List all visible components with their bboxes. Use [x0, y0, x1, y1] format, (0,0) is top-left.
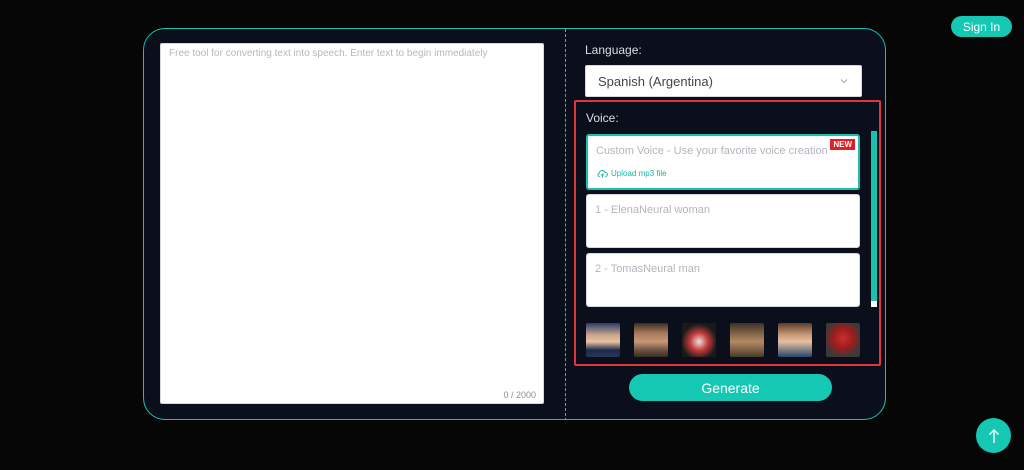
voice-card-custom[interactable]: Custom Voice - Use your favorite voice c…: [586, 134, 860, 190]
voice-card-custom-name: Custom Voice - Use your favorite voice c…: [596, 145, 828, 157]
text-input[interactable]: [161, 44, 543, 403]
back-to-top-button[interactable]: [976, 418, 1011, 453]
voice-avatar-6[interactable]: [826, 323, 860, 357]
voice-avatar-2[interactable]: [634, 323, 668, 357]
voice-scrollbar[interactable]: [871, 131, 877, 307]
language-label: Language:: [585, 43, 642, 57]
new-badge: NEW: [830, 139, 855, 150]
voice-avatar-5[interactable]: [778, 323, 812, 357]
character-counter: 0 / 2000: [503, 390, 536, 400]
voice-avatar-4[interactable]: [730, 323, 764, 357]
language-select[interactable]: Spanish (Argentina): [585, 65, 862, 97]
voice-card-2[interactable]: 2 - TomasNeural man: [586, 253, 860, 307]
text-editor: 0 / 2000: [160, 43, 544, 404]
voice-avatar-1[interactable]: [586, 323, 620, 357]
cloud-upload-icon: [597, 170, 608, 178]
tts-panel: 0 / 2000 Language: Spanish (Argentina) V…: [143, 28, 886, 420]
chevron-down-icon: [840, 79, 848, 84]
voice-card-2-name: 2 - TomasNeural man: [595, 263, 700, 275]
panel-divider: [565, 29, 566, 419]
generate-button[interactable]: Generate: [629, 374, 832, 401]
voice-avatar-3[interactable]: [682, 323, 716, 357]
upload-mp3-label: Upload mp3 file: [611, 169, 667, 178]
voice-scrollbar-thumb[interactable]: [871, 131, 877, 301]
sign-in-button[interactable]: Sign In: [951, 16, 1012, 37]
upload-mp3-link[interactable]: Upload mp3 file: [597, 169, 667, 178]
voice-card-1[interactable]: 1 - ElenaNeural woman: [586, 194, 860, 248]
voice-label: Voice:: [586, 111, 619, 125]
arrow-up-icon: [988, 428, 999, 443]
voice-avatar-strip: [586, 323, 861, 357]
language-selected-value: Spanish (Argentina): [598, 73, 713, 89]
voice-card-1-name: 1 - ElenaNeural woman: [595, 204, 710, 216]
voice-section: Voice: Custom Voice - Use your favorite …: [574, 100, 881, 366]
